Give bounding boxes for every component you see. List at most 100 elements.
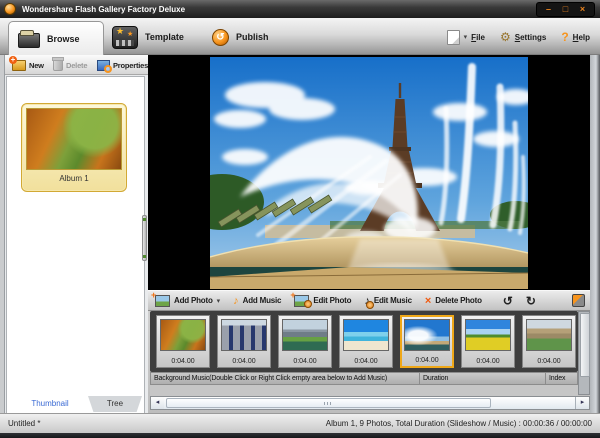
menu-right: ▾ File ⚙ Settings ? Help <box>447 23 590 51</box>
photo-toolbar: Add Photo ▾ ♪ Add Music Edit Photo ♪ Edi… <box>148 290 590 311</box>
window-left-frame <box>0 55 5 413</box>
template-star2-icon: ★ <box>127 30 133 38</box>
album-card[interactable]: Album 1 <box>21 103 127 192</box>
filmstrip-item[interactable]: 0:04.00 <box>522 315 576 368</box>
add-photo-label: Add Photo <box>174 296 213 305</box>
settings-menu[interactable]: ⚙ Settings <box>500 31 546 43</box>
filmstrip-thumb-image <box>160 319 206 351</box>
album-name: Album 1 <box>22 174 126 183</box>
new-album-label: New <box>29 61 44 70</box>
filmstrip-item[interactable]: 0:04.00 <box>278 315 332 368</box>
settings-menu-label: Settings <box>515 33 547 42</box>
filmstrip-panel: 0:04.00 0:04.00 0:04.00 0:04.00 0:04.00 … <box>150 311 578 372</box>
scrollbar-track[interactable] <box>164 397 576 409</box>
delete-album-button[interactable]: Delete <box>53 57 87 73</box>
app-window: Wondershare Flash Gallery Factory Deluxe… <box>0 0 600 438</box>
delete-album-label: Delete <box>66 61 87 70</box>
thumb-duration: 0:04.00 <box>218 358 270 365</box>
minimize-button[interactable]: – <box>540 4 557 15</box>
new-album-icon <box>12 60 26 71</box>
layout-toggle-icon[interactable] <box>572 294 585 307</box>
window-bottom-frame <box>0 433 600 438</box>
file-page-icon <box>447 30 460 45</box>
duration-column-header[interactable]: Duration <box>419 372 546 385</box>
preview-area <box>148 55 590 290</box>
edit-photo-button[interactable]: Edit Photo <box>294 295 351 307</box>
album-toolbar: New Delete Properties <box>4 55 148 75</box>
close-button[interactable]: × <box>574 4 591 15</box>
thumb-duration: 0:04.00 <box>279 358 331 365</box>
album-properties-label: Properties <box>113 61 148 70</box>
album-properties-button[interactable]: Properties <box>97 57 148 73</box>
new-album-button[interactable]: New <box>12 57 44 73</box>
filmstrip-item[interactable]: 0:04.00 <box>339 315 393 368</box>
tab-thumbnail-view[interactable]: Thumbnail <box>8 396 92 412</box>
thumb-duration: 0:04.00 <box>340 358 392 365</box>
index-column-header[interactable]: Index <box>545 372 578 385</box>
app-logo-icon <box>4 3 16 15</box>
panel-splitter-handle[interactable] <box>142 215 147 261</box>
add-photo-icon <box>155 295 170 307</box>
add-music-button[interactable]: ♪ Add Music <box>233 295 281 307</box>
filmstrip-thumb-image <box>465 319 511 351</box>
delete-photo-x-icon: × <box>425 295 431 307</box>
edit-music-label: Edit Music <box>374 296 412 305</box>
thumb-duration: 0:04.00 <box>462 358 514 365</box>
publish-icon: ↺ <box>212 29 229 46</box>
tab-template-label: Template <box>145 32 184 42</box>
help-menu[interactable]: ? Help <box>561 30 590 44</box>
filmstrip-thumb-image <box>282 319 328 351</box>
scroll-right-button[interactable]: ▸ <box>575 397 589 409</box>
titlebar[interactable]: Wondershare Flash Gallery Factory Deluxe… <box>0 0 600 18</box>
maximize-button[interactable]: □ <box>557 4 574 15</box>
scrollbar-thumb[interactable] <box>166 398 491 408</box>
rotate-left-button[interactable]: ↺ <box>503 294 513 308</box>
background-music-list[interactable] <box>150 385 578 396</box>
add-photo-caret-icon[interactable]: ▾ <box>217 297 221 305</box>
thumb-duration: 0:04.00 <box>523 358 575 365</box>
file-menu-label: File <box>471 33 485 42</box>
tab-browse-label: Browse <box>47 34 80 44</box>
thumb-duration: 0:04.00 <box>402 357 452 364</box>
filmstrip-item[interactable]: 0:04.00 <box>217 315 271 368</box>
music-column-header[interactable]: Background Music(Double Click or Right C… <box>150 372 420 385</box>
status-bar: Untitled * Album 1, 9 Photos, Total Dura… <box>0 413 600 433</box>
file-menu[interactable]: ▾ File <box>447 30 485 45</box>
delete-photo-button[interactable]: × Delete Photo <box>425 295 482 307</box>
tab-publish[interactable]: ↺ Publish <box>212 23 269 51</box>
main-tabstrip: Browse ★ ★ Template ↺ Publish ▾ File ⚙ S… <box>0 18 600 55</box>
horizontal-scrollbar[interactable]: ◂ ▸ <box>150 396 590 410</box>
tab-template[interactable]: ★ ★ Template <box>112 23 184 51</box>
preview-photo-eiffel-fountain <box>210 57 528 289</box>
edit-photo-icon <box>294 295 309 307</box>
window-right-frame <box>590 55 600 413</box>
add-music-note-icon: ♪ <box>233 295 239 307</box>
gear-icon: ⚙ <box>500 31 511 43</box>
filmstrip-item[interactable]: 0:04.00 <box>156 315 210 368</box>
rotate-right-icon: ↻ <box>526 294 536 308</box>
filmstrip-vertical-scrollbar[interactable] <box>578 311 590 395</box>
filmstrip-item-selected[interactable]: 0:04.00 <box>400 315 454 368</box>
tab-browse[interactable]: Browse <box>8 21 104 55</box>
edit-music-note-icon: ♪ <box>364 295 370 307</box>
filmstrip-item[interactable]: 0:04.00 <box>461 315 515 368</box>
trash-icon <box>53 59 63 71</box>
filmstrip-thumb-image <box>526 319 572 351</box>
browse-folder-icon <box>18 33 40 48</box>
tab-tree-view[interactable]: Tree <box>88 396 142 412</box>
album-view-tabs: Thumbnail Tree <box>8 396 142 413</box>
status-album-summary: Album 1, 9 Photos, Total Duration (Slide… <box>326 419 592 428</box>
delete-photo-label: Delete Photo <box>435 296 482 305</box>
filmstrip-thumb-image <box>404 319 450 351</box>
template-star-icon: ★ <box>116 26 124 37</box>
rotate-right-button[interactable]: ↻ <box>526 294 536 308</box>
window-controls: – □ × <box>536 2 595 17</box>
vertical-scrollbar-thumb[interactable] <box>580 313 590 377</box>
edit-photo-label: Edit Photo <box>313 296 351 305</box>
add-photo-button[interactable]: Add Photo ▾ <box>155 295 220 307</box>
scroll-left-button[interactable]: ◂ <box>151 397 165 409</box>
filmstrip-thumb-image <box>343 319 389 351</box>
file-caret-icon: ▾ <box>464 33 468 41</box>
album-list[interactable]: Album 1 <box>6 76 145 428</box>
edit-music-button[interactable]: ♪ Edit Music <box>364 295 412 307</box>
